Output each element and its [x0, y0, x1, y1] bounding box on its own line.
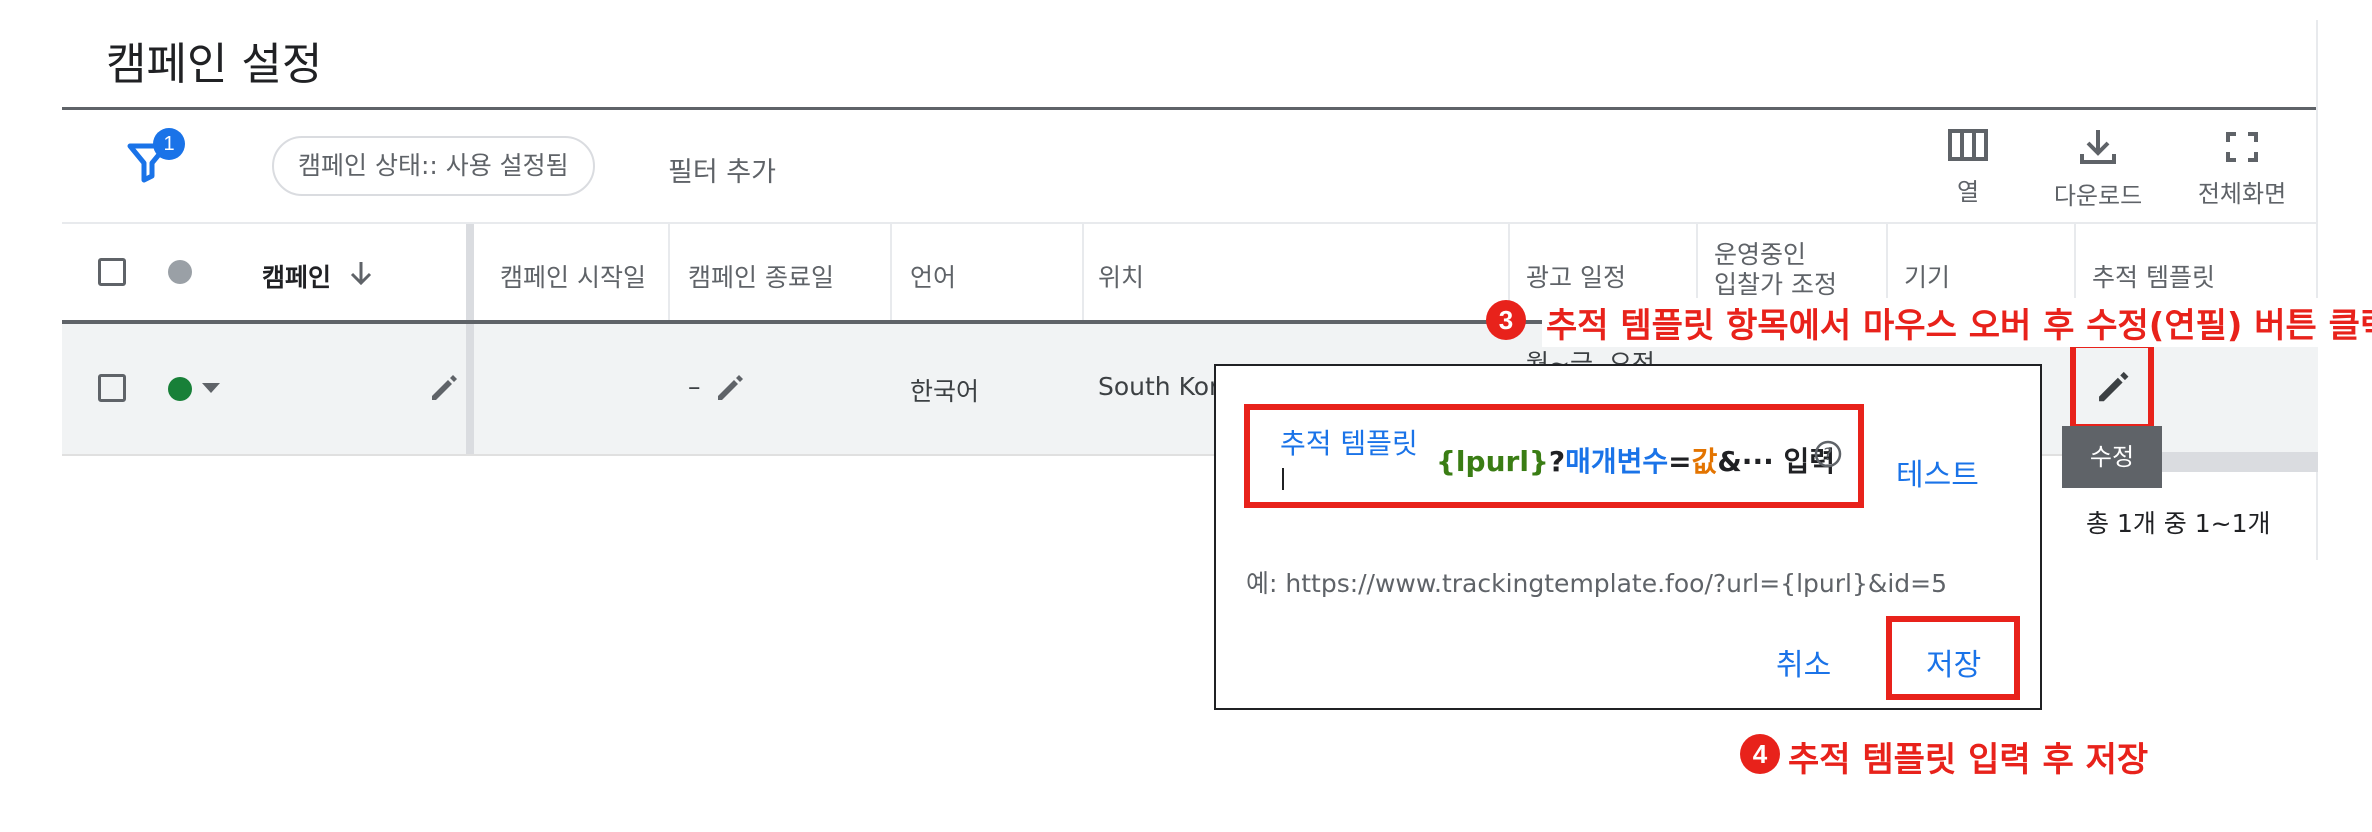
filter-chip-campaign-status[interactable]: 캠페인 상태:: 사용 설정됨 [272, 136, 595, 196]
frozen-column-divider [466, 324, 474, 454]
col-header-campaign[interactable]: 캠페인 [262, 258, 331, 294]
toolbar-divider [62, 222, 2318, 224]
col-header-active-line1: 운영중인 [1714, 240, 1807, 269]
col-header-active-line2: 입찰가 조정 [1714, 270, 1837, 298]
pencil-icon[interactable] [426, 370, 460, 408]
pencil-icon [2099, 371, 2129, 402]
col-header-start-date[interactable]: 캠페인 시작일 [500, 258, 646, 294]
page-title: 캠페인 설정 [106, 39, 323, 90]
placeholder-lpurl: {lpurl} [1436, 445, 1549, 478]
dropdown-arrow-icon[interactable] [200, 380, 222, 399]
panel-right-border [2316, 20, 2318, 560]
placeholder-param: 매개변수 [1565, 445, 1669, 478]
field-label: 추적 템플릿 [1280, 427, 1418, 460]
download-icon [2080, 130, 2116, 164]
pencil-icon[interactable] [712, 370, 746, 408]
sort-arrow-down-icon[interactable] [346, 258, 376, 292]
end-date-value: – [688, 372, 701, 401]
edit-tooltip: 수정 [2062, 426, 2162, 488]
col-header-ad-schedule[interactable]: 광고 일정 [1526, 258, 1626, 294]
col-header-language[interactable]: 언어 [910, 258, 956, 294]
fullscreen-button[interactable]: 전체화면 [2182, 130, 2302, 209]
pagination-text: 총 1개 중 1~1개 [2086, 509, 2271, 538]
col-header-tracking-template[interactable]: 추적 템플릿 [2092, 258, 2215, 294]
step-3-annotation: 추적 템플릿 항목에서 마우스 오버 후 수정(연필) 버튼 클릭 [1542, 298, 2372, 347]
status-header-dot [168, 260, 192, 284]
columns-label: 열 [1956, 178, 1980, 206]
help-circle-icon[interactable]: ? [1814, 440, 1842, 468]
col-header-device[interactable]: 기기 [1904, 258, 1950, 294]
svg-text:?: ? [1823, 445, 1832, 465]
title-divider [62, 107, 2318, 110]
example-text: 예: https://www.trackingtemplate.foo/?url… [1246, 569, 1948, 598]
tracking-template-dialog: 추적 템플릿 {lpurl}?매개변수=값&··· 입력 ? 테스트 예: ht… [1214, 364, 2042, 710]
text-cursor [1282, 468, 1284, 490]
select-all-checkbox[interactable] [98, 258, 126, 286]
tracking-template-edit-button[interactable] [2070, 342, 2154, 430]
save-label: 저장 [1926, 648, 1982, 683]
placeholder-value: 값 [1691, 445, 1718, 478]
language-value: 한국어 [910, 377, 980, 406]
input-placeholder: {lpurl}?매개변수=값&··· 입력 [1436, 440, 1835, 480]
fullscreen-label: 전체화면 [2197, 180, 2287, 208]
col-header-location[interactable]: 위치 [1098, 258, 1144, 294]
col-header-active-bid-adjustment[interactable]: 운영중인 입찰가 조정 [1714, 240, 1837, 298]
status-enabled-dot[interactable] [168, 377, 192, 401]
test-button[interactable]: 테스트 [1896, 450, 1979, 494]
save-button[interactable]: 저장 [1886, 616, 2020, 700]
cancel-button[interactable]: 취소 [1776, 640, 1831, 684]
tracking-template-input[interactable]: 추적 템플릿 {lpurl}?매개변수=값&··· 입력 ? [1244, 404, 1864, 508]
row-checkbox[interactable] [98, 374, 126, 402]
step-number-badge: 4 [1740, 734, 1780, 774]
columns-icon [1948, 129, 1988, 161]
download-button[interactable]: 다운로드 [2038, 128, 2158, 211]
step-4-annotation: 추적 템플릿 입력 후 저장 [1788, 740, 2149, 780]
fullscreen-icon [2226, 132, 2258, 162]
placeholder-eq: = [1668, 445, 1692, 478]
filter-count-badge: 1 [153, 128, 185, 160]
step-number-badge: 3 [1486, 300, 1526, 340]
col-header-end-date[interactable]: 캠페인 종료일 [688, 258, 834, 294]
add-filter-button[interactable]: 필터 추가 [668, 150, 776, 189]
download-label: 다운로드 [2053, 182, 2143, 210]
placeholder-q: ? [1548, 445, 1566, 478]
columns-button[interactable]: 열 [1928, 128, 2008, 207]
